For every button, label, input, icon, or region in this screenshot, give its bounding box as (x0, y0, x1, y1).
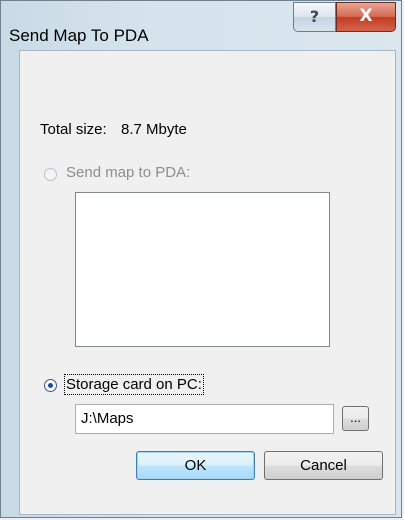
window-title: Send Map To PDA (9, 26, 149, 45)
storage-card-label[interactable]: Storage card on PC: (64, 374, 204, 395)
send-to-pda-radio[interactable] (44, 168, 57, 181)
browse-button[interactable]: ... (342, 406, 369, 431)
total-size-label: Total size: (40, 121, 107, 138)
ok-button[interactable]: OK (136, 451, 255, 480)
radio-selected-dot (48, 383, 53, 388)
storage-card-radio[interactable] (44, 379, 57, 392)
close-button[interactable]: X (336, 2, 396, 32)
close-icon: X (359, 6, 373, 26)
send-to-pda-label: Send map to PDA: (66, 164, 191, 181)
pda-device-list[interactable] (75, 192, 330, 347)
help-icon: ? (309, 7, 320, 26)
total-size-value: 8.7 Mbyte (121, 121, 187, 138)
help-button[interactable]: ? (293, 2, 336, 32)
cancel-button[interactable]: Cancel (264, 451, 383, 480)
path-field[interactable]: J:\Maps (75, 404, 334, 434)
